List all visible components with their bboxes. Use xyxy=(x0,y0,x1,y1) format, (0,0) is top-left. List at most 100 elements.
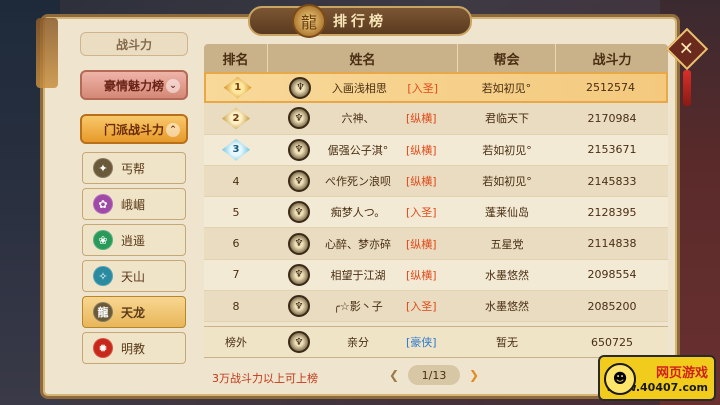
emei-icon: ✿ xyxy=(93,194,113,214)
guild-cell: 水墨悠然 xyxy=(485,268,529,282)
table-row[interactable]: 2 ♆ 六神、 [纵横] 君临天下 2170984 xyxy=(204,103,668,135)
faction-tag: [纵横] xyxy=(406,112,437,126)
name-cell: ♆ 亲分 [豪侠] xyxy=(268,327,458,356)
sidebar-category-school-power[interactable]: 门派战斗力 ⌃ xyxy=(80,114,188,144)
power-cell: 2512574 xyxy=(585,81,635,95)
faction-tag: [纵横] xyxy=(406,175,437,189)
rank-cell: 4 xyxy=(232,174,240,188)
sidebar-item-label: 逍遥 xyxy=(121,233,146,248)
power-cell: 2098554 xyxy=(587,268,637,282)
beggar-icon: ✦ xyxy=(93,158,113,178)
rank-medal-icon: 1 xyxy=(223,76,252,99)
sidebar-item-label: 丐帮 xyxy=(121,161,146,176)
guild-cell: 君临天下 xyxy=(485,112,529,126)
player-name: 相望于江湖 xyxy=(330,268,386,282)
player-name: 痴梦人つ。 xyxy=(330,206,386,220)
sidebar-item-gaibang[interactable]: ✦ 丐帮 xyxy=(82,152,186,184)
faction-tag: [入圣] xyxy=(407,81,439,95)
name-cell: ♆ ╭☆影丶子 [入圣] xyxy=(268,291,458,321)
mascot-face-icon: ☻ xyxy=(604,363,636,395)
header-name: 姓名 xyxy=(268,44,458,72)
avatar: ♆ xyxy=(288,170,310,193)
sidebar: 战斗力 豪情魅力榜 ⌄ 门派战斗力 ⌃ ✦ 丐帮 ✿ 峨嵋 ❀ 逍遥 ✧ 天山 … xyxy=(80,32,188,401)
rank-cell: 3 xyxy=(204,135,268,165)
pagination: ❮ 1/13 ❯ xyxy=(388,365,480,385)
player-name: ╭☆影丶子 xyxy=(333,300,383,314)
avatar: ♆ xyxy=(288,107,310,130)
guild-cell: 水墨悠然 xyxy=(485,300,529,314)
table-row[interactable]: 3 ♆ 倨强公子淇° [纵横] 若如初见° 2153671 xyxy=(204,134,668,166)
sidebar-item-emei[interactable]: ✿ 峨嵋 xyxy=(82,188,186,220)
sidebar-item-tianshan[interactable]: ✧ 天山 xyxy=(82,260,186,292)
faction-tag: [纵横] xyxy=(406,237,437,251)
guild-cell: 若如初见° xyxy=(482,175,532,189)
avatar: ♆ xyxy=(288,263,310,286)
rank-cell: 5 xyxy=(232,205,240,219)
player-name: ぺ作死ン浪呗 xyxy=(325,175,391,189)
header-guild: 帮会 xyxy=(458,44,556,72)
rank-cell: 8 xyxy=(232,299,240,313)
name-cell: ♆ 入画浅相思 [入圣] xyxy=(269,74,457,101)
guild-cell: 蓬莱仙岛 xyxy=(485,206,529,220)
name-cell: ♆ 痴梦人つ。 [入圣] xyxy=(268,197,458,227)
rank-cell: 2 xyxy=(204,103,268,133)
page-indicator: 1/13 xyxy=(408,365,460,385)
table-header: 排名 姓名 帮会 战斗力 xyxy=(204,44,668,72)
chevron-down-icon: ⌄ xyxy=(166,79,180,93)
rank-requirement-note: 3万战斗力以上可上榜 xyxy=(212,372,318,385)
rank-cell: 7 xyxy=(232,268,240,282)
name-cell: ♆ ぺ作死ン浪呗 [纵横] xyxy=(268,166,458,196)
dragon-emblem-icon: 龍 xyxy=(292,4,326,38)
self-rank-row[interactable]: 榜外 ♆ 亲分 [豪侠] 暂无 650725 xyxy=(204,326,668,358)
sidebar-item-xiaoyao[interactable]: ❀ 逍遥 xyxy=(82,224,186,256)
avatar: ♆ xyxy=(288,138,310,161)
sidebar-item-label: 天龙 xyxy=(121,305,146,320)
close-icon: ✕ xyxy=(679,38,695,60)
faction-tag: [入圣] xyxy=(406,206,437,220)
table-row[interactable]: 6 ♆ 心醉、梦亦碎 [纵横] 五星党 2114838 xyxy=(204,228,668,260)
rank-cell: 1 xyxy=(206,74,269,101)
name-cell: ♆ 心醉、梦亦碎 [纵横] xyxy=(268,228,458,258)
guild-cell: 暂无 xyxy=(496,336,518,350)
ranking-table: 排名 姓名 帮会 战斗力 1 ♆ 入画浅相思 [入圣] 若如初见° 2512574 2 ♆ 六神… xyxy=(204,44,668,358)
sidebar-item-label: 明教 xyxy=(121,341,146,356)
page-title: 排行榜 xyxy=(333,14,387,30)
hanging-ornament-left xyxy=(36,18,58,88)
table-row[interactable]: 5 ♆ 痴梦人つ。 [入圣] 蓬莱仙岛 2128395 xyxy=(204,197,668,229)
name-cell: ♆ 六神、 [纵横] xyxy=(268,103,458,133)
rank-medal-icon: 2 xyxy=(222,107,250,130)
table-row[interactable]: 8 ♆ ╭☆影丶子 [入圣] 水墨悠然 2085200 xyxy=(204,291,668,323)
mingjiao-icon: ✹ xyxy=(93,338,113,358)
chevron-right-icon[interactable]: ❯ xyxy=(468,368,480,382)
player-name: 六神、 xyxy=(341,112,375,126)
power-cell: 650725 xyxy=(591,335,633,349)
guild-cell: 若如初见° xyxy=(482,143,532,157)
guild-cell: 五星党 xyxy=(490,237,524,251)
avatar: ♆ xyxy=(288,201,310,224)
faction-tag: [纵横] xyxy=(406,143,437,157)
header-power: 战斗力 xyxy=(592,52,632,68)
power-cell: 2085200 xyxy=(587,299,637,313)
sidebar-item-tianlong[interactable]: 龍 天龙 xyxy=(82,296,186,328)
site-watermark-logo: ☻ 网页游戏 www.40407.com xyxy=(598,355,716,401)
player-name: 入画浅相思 xyxy=(331,81,387,95)
name-cell: ♆ 相望于江湖 [纵横] xyxy=(268,260,458,290)
sidebar-item-label: 峨嵋 xyxy=(121,197,146,212)
power-cell: 2128395 xyxy=(587,205,637,219)
sidebar-category-charm[interactable]: 豪情魅力榜 ⌄ xyxy=(80,70,188,100)
header-rank: 排名 xyxy=(204,44,268,72)
power-cell: 2145833 xyxy=(587,174,637,188)
chevron-left-icon[interactable]: ❮ xyxy=(388,368,400,382)
table-row[interactable]: 1 ♆ 入画浅相思 [入圣] 若如初见° 2512574 xyxy=(204,72,668,104)
sidebar-category-power[interactable]: 战斗力 xyxy=(80,32,188,56)
player-name: 亲分 xyxy=(347,336,369,350)
faction-tag: [豪侠] xyxy=(406,336,437,350)
sidebar-item-mingjiao[interactable]: ✹ 明教 xyxy=(82,332,186,364)
rank-medal-icon: 3 xyxy=(222,138,250,161)
watermark-top-text: 网页游戏 xyxy=(655,366,708,381)
table-row[interactable]: 4 ♆ ぺ作死ン浪呗 [纵横] 若如初见° 2145833 xyxy=(204,165,668,198)
panel-title-bar: 排行榜 xyxy=(248,6,472,36)
sidebar-category-label: 门派战斗力 xyxy=(103,122,164,137)
table-row[interactable]: 7 ♆ 相望于江湖 [纵横] 水墨悠然 2098554 xyxy=(204,259,668,292)
power-cell: 2153671 xyxy=(587,143,637,157)
